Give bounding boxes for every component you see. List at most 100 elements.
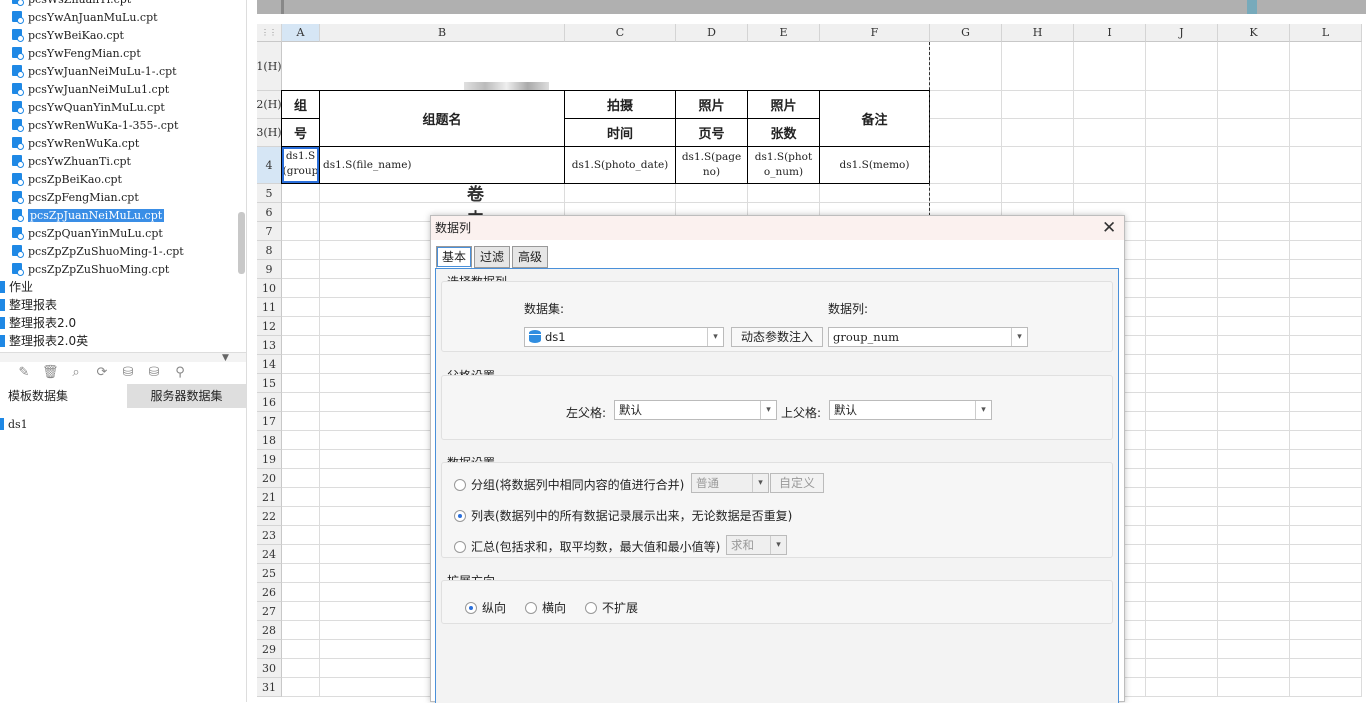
dataset-item[interactable]: ds1 <box>0 418 28 431</box>
row-header[interactable]: 12 <box>257 317 282 336</box>
header-group-no-top[interactable]: 组 <box>282 91 319 118</box>
row-header[interactable]: 2(H) <box>257 91 282 119</box>
row-header[interactable]: 30 <box>257 659 282 678</box>
server-database-icon[interactable]: ⛁ <box>146 365 162 381</box>
row-header[interactable]: 28 <box>257 621 282 640</box>
data-cell-b[interactable]: ds1.S(file_name) <box>320 147 564 183</box>
top-parent-select[interactable]: 默认 ▾ <box>829 400 992 420</box>
row-header[interactable]: 4 <box>257 147 282 184</box>
row-header[interactable]: 6 <box>257 203 282 222</box>
tree-scrollbar[interactable] <box>238 212 245 274</box>
row-header[interactable]: 27 <box>257 602 282 621</box>
radio-list[interactable]: 列表(数据列中的所有数据记录展示出来，无论数据是否重复) <box>454 507 792 524</box>
tree-file-item[interactable]: pcsYwZhuanTi.cpt <box>12 153 131 170</box>
tree-file-item[interactable]: pcsYwAnJuanMuLu.cpt <box>12 9 158 26</box>
dataset-select[interactable]: ds1 ▾ <box>524 327 724 347</box>
tab-filter[interactable]: 过滤 <box>474 246 511 268</box>
column-header[interactable]: H <box>1002 24 1074 42</box>
tab-template-dataset[interactable]: 模板数据集 <box>0 384 127 408</box>
dynamic-param-button[interactable]: 动态参数注入 <box>731 327 823 347</box>
header-count-top[interactable]: 照片 <box>748 91 819 118</box>
row-header[interactable]: 15 <box>257 374 282 393</box>
radio-group[interactable]: 分组(将数据列中相同内容的值进行合并) <box>454 476 684 493</box>
tree-folder-item[interactable]: 整理报表2.0 <box>0 314 76 332</box>
data-cell-f[interactable]: ds1.S(memo) <box>820 147 929 183</box>
column-header[interactable]: J <box>1146 24 1218 42</box>
row-header[interactable]: 8 <box>257 241 282 260</box>
header-page-top[interactable]: 照片 <box>676 91 747 118</box>
tree-file-item[interactable]: pcsYwQuanYinMuLu.cpt <box>12 99 165 116</box>
row-header[interactable]: 18 <box>257 431 282 450</box>
title-cell[interactable] <box>282 42 929 90</box>
data-cell-d[interactable]: ds1.S(pageno) <box>676 147 747 183</box>
tree-file-item[interactable]: pcsYwJuanNeiMuLu1.cpt <box>12 81 169 98</box>
row-header[interactable]: 19 <box>257 450 282 469</box>
row-header[interactable]: 14 <box>257 355 282 374</box>
delete-icon[interactable]: 🗑 <box>42 365 59 381</box>
tree-file-item[interactable]: pcsZpBeiKao.cpt <box>12 171 122 188</box>
column-header[interactable]: E <box>748 24 820 42</box>
row-header[interactable]: 10 <box>257 279 282 298</box>
tree-file-item[interactable]: pcsZpZpZuShuoMing-1-.cpt <box>12 243 184 260</box>
column-header[interactable]: F <box>820 24 930 42</box>
column-header[interactable]: L <box>1290 24 1362 42</box>
row-header[interactable]: 3(H) <box>257 119 282 147</box>
tree-file-item[interactable]: pcsYwJuanNeiMuLu-1-.cpt <box>12 63 177 80</box>
row-header[interactable]: 11 <box>257 298 282 317</box>
tree-file-item[interactable]: pcsYwRenWuKa.cpt <box>12 135 139 152</box>
tree-file-item[interactable]: pcsZpQuanYinMuLu.cpt <box>12 225 163 242</box>
data-cell-c[interactable]: ds1.S(photo_date) <box>565 147 675 183</box>
tree-file-item[interactable]: pcsYwRenWuKa-1-355-.cpt <box>12 117 178 134</box>
data-cell-e[interactable]: ds1.S(photo_num) <box>748 147 819 183</box>
row-header[interactable]: 29 <box>257 640 282 659</box>
header-group-no-bottom[interactable]: 号 <box>282 119 319 146</box>
header-page-bottom[interactable]: 页号 <box>676 119 747 146</box>
tree-folder-item[interactable]: 整理报表 <box>0 296 57 314</box>
row-header[interactable]: 21 <box>257 488 282 507</box>
column-header[interactable]: D <box>676 24 748 42</box>
column-header[interactable]: G <box>930 24 1002 42</box>
radio-expand-none[interactable]: 不扩展 <box>585 599 638 616</box>
row-header[interactable]: 17 <box>257 412 282 431</box>
tree-folder-item[interactable]: 作业 <box>0 278 33 296</box>
edit-icon[interactable]: ✎ <box>16 365 32 381</box>
row-header[interactable]: 25 <box>257 564 282 583</box>
tree-file-item[interactable]: pcsYwBeiKao.cpt <box>12 27 124 44</box>
column-select[interactable]: group_num ▾ <box>828 327 1028 347</box>
close-icon[interactable]: ✕ <box>1102 218 1116 238</box>
preview-icon[interactable]: ⌕ <box>68 365 84 381</box>
tree-folder-item[interactable]: 整理报表2.0英 <box>0 332 88 350</box>
tree-file-item[interactable]: pcsZpZpZuShuoMing.cpt <box>12 261 169 278</box>
column-header[interactable]: C <box>565 24 676 42</box>
search-icon[interactable]: ⚲ <box>172 365 188 381</box>
row-header[interactable]: 22 <box>257 507 282 526</box>
header-group-title[interactable]: 组题名 <box>320 91 564 146</box>
row-header[interactable]: 24 <box>257 545 282 564</box>
column-header[interactable]: I <box>1074 24 1146 42</box>
tab-server-dataset[interactable]: 服务器数据集 <box>127 384 246 408</box>
radio-summary[interactable]: 汇总(包括求和，取平均数，最大值和最小值等) <box>454 538 720 555</box>
database-icon[interactable]: ⛁ <box>120 365 136 381</box>
row-header[interactable]: 20 <box>257 469 282 488</box>
data-cell-a[interactable]: ds1.S(group_ <box>282 147 319 183</box>
select-all-corner[interactable]: ⋮⋮ <box>257 24 282 42</box>
tab-advanced[interactable]: 高级 <box>512 246 549 268</box>
row-header[interactable]: 26 <box>257 583 282 602</box>
column-header[interactable]: A <box>282 24 320 42</box>
tree-file-item[interactable]: pcsZpJuanNeiMuLu.cpt <box>12 207 165 224</box>
tree-file-item[interactable]: pcsWsZhuanTi.cpt <box>12 0 131 8</box>
row-header[interactable]: 1(H) <box>257 42 282 91</box>
header-shoot-top[interactable]: 拍摄 <box>565 91 675 118</box>
row-header[interactable]: 16 <box>257 393 282 412</box>
header-memo[interactable]: 备注 <box>820 91 929 146</box>
row-header[interactable]: 23 <box>257 526 282 545</box>
tab-basic[interactable]: 基本 <box>436 246 473 268</box>
refresh-icon[interactable]: ⟳ <box>94 365 110 381</box>
column-header[interactable]: B <box>320 24 565 42</box>
row-header[interactable]: 7 <box>257 222 282 241</box>
tree-file-item[interactable]: pcsZpFengMian.cpt <box>12 189 139 206</box>
radio-expand-vertical[interactable]: 纵向 <box>465 599 506 616</box>
panel-splitter[interactable]: ▼ <box>0 352 246 363</box>
tree-file-item[interactable]: pcsYwFengMian.cpt <box>12 45 141 62</box>
radio-expand-horizontal[interactable]: 横向 <box>525 599 566 616</box>
